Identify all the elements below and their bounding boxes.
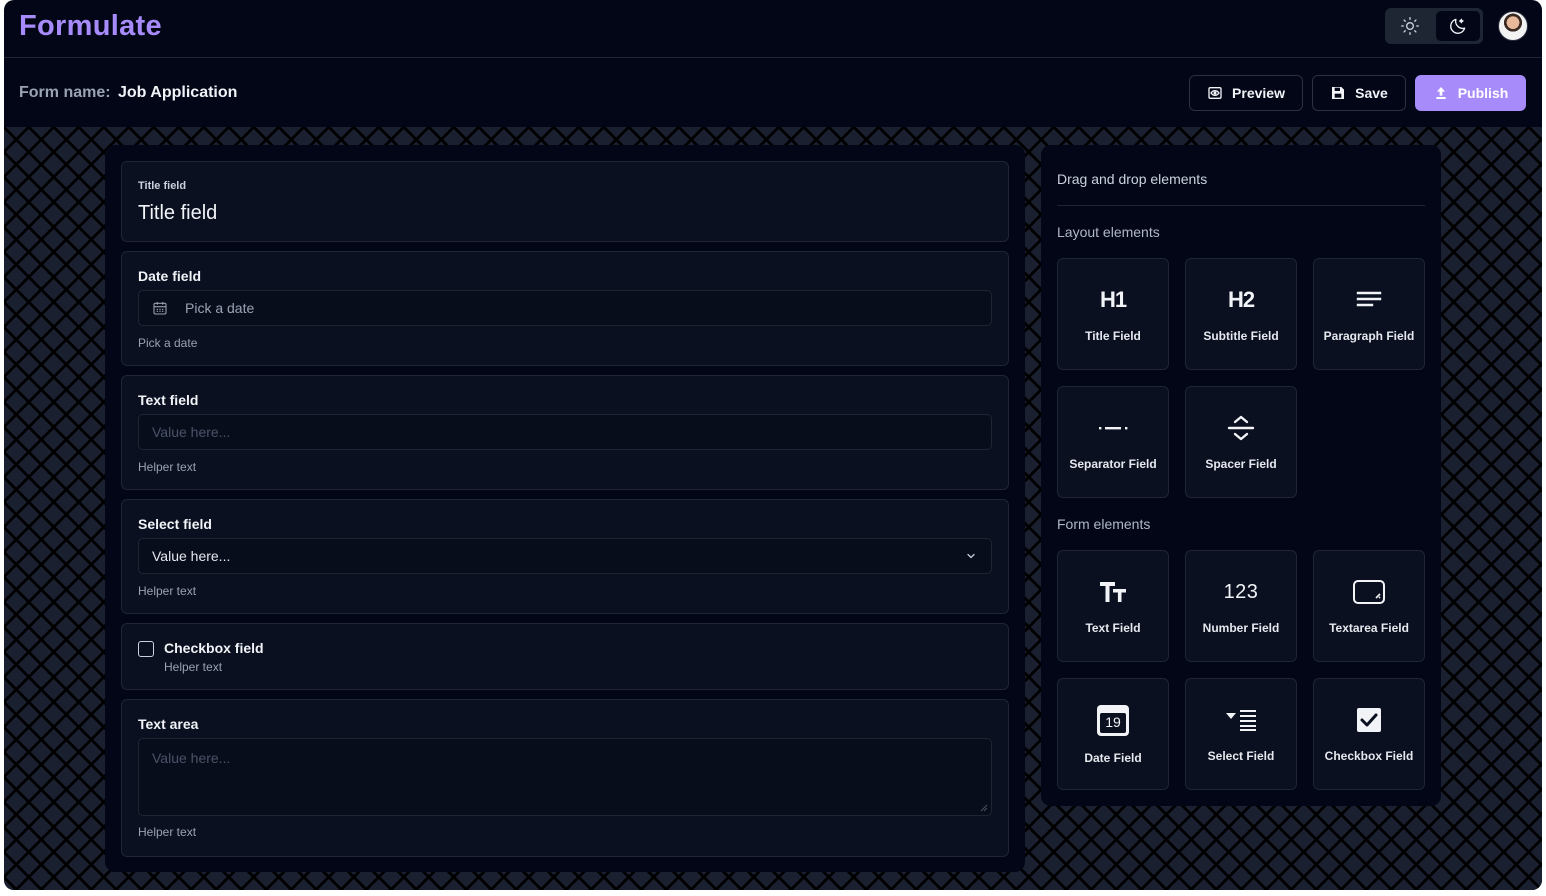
tile-label: Title Field — [1085, 329, 1141, 343]
title-field-value: Title field — [138, 202, 218, 224]
top-bar: Formulate — [4, 0, 1542, 58]
resize-handle-icon[interactable] — [980, 804, 988, 812]
text-field-input[interactable]: Value here... — [138, 414, 992, 450]
layout-elements-title: Layout elements — [1057, 224, 1160, 240]
select-field-value: Value here... — [152, 548, 231, 564]
elements-sidebar: Drag and drop elements Layout elements H… — [1041, 145, 1441, 806]
tile-label: Text Field — [1085, 621, 1141, 635]
form-name-value: Job Application — [118, 84, 238, 101]
text-icon — [1100, 582, 1126, 602]
number-icon: 123 — [1224, 577, 1259, 607]
text-field-element[interactable]: Text Field — [1057, 550, 1169, 662]
upload-icon — [1436, 87, 1446, 99]
select-list-icon — [1226, 710, 1256, 731]
save-button[interactable]: Save — [1312, 75, 1406, 111]
text-field-card[interactable]: Text field Value here... Helper text — [121, 375, 1009, 490]
form-header-bar: Form name: Job Application Preview Save — [4, 59, 1542, 127]
text-area-label: Text area — [138, 716, 199, 732]
spacer-icon — [1227, 415, 1255, 441]
checkbox-input[interactable] — [138, 641, 154, 657]
title-field-element[interactable]: H1 Title Field — [1057, 258, 1169, 370]
tile-label: Checkbox Field — [1324, 749, 1414, 763]
publish-label: Publish — [1457, 85, 1509, 101]
title-field-label: Title field — [138, 180, 187, 192]
text-area-card[interactable]: Text area Value here... Helper text — [121, 699, 1009, 857]
preview-button[interactable]: Preview — [1189, 75, 1303, 111]
separator-field-element[interactable]: Separator Field — [1057, 386, 1169, 498]
text-field-helper: Helper text — [138, 460, 197, 474]
calendar-glyph: 19 — [1105, 714, 1121, 730]
date-field-element[interactable]: 19 Date Field — [1057, 678, 1169, 790]
save-label: Save — [1355, 85, 1388, 101]
chevron-down-icon — [967, 553, 975, 559]
sun-icon — [1401, 17, 1420, 35]
tile-label: Select Field — [1207, 749, 1275, 763]
text-area-placeholder: Value here... — [152, 750, 231, 766]
app-window: Formulate Form name: Job Application Pre… — [4, 0, 1542, 890]
date-placeholder: Pick a date — [185, 300, 255, 316]
app-logo[interactable]: Formulate — [19, 10, 162, 43]
publish-button[interactable]: Publish — [1415, 75, 1526, 111]
paragraph-icon — [1356, 291, 1382, 307]
separator-icon — [1099, 427, 1128, 430]
checkbox-field-label: Checkbox field — [164, 640, 264, 656]
checkbox-field-element[interactable]: Checkbox Field — [1313, 678, 1425, 790]
preview-icon — [1208, 87, 1222, 99]
select-field-dropdown[interactable]: Value here... — [138, 538, 992, 574]
number-field-element[interactable]: 123 Number Field — [1185, 550, 1297, 662]
text-field-placeholder: Value here... — [152, 424, 231, 440]
date-field-label: Date field — [138, 268, 202, 284]
form-elements-title: Form elements — [1057, 516, 1151, 532]
heading-2-icon: H2 — [1227, 285, 1255, 315]
heading-1-glyph: H1 — [1099, 287, 1127, 312]
text-field-label: Text field — [138, 392, 199, 408]
checkbox-field-helper: Helper text — [164, 660, 223, 674]
moon-icon — [1449, 18, 1466, 34]
date-field-card[interactable]: Date field Pick a date Pick a date — [121, 251, 1009, 366]
tile-label: Number Field — [1202, 621, 1280, 635]
text-area-helper: Helper text — [138, 825, 197, 839]
checkbox-field-card[interactable]: Checkbox field Helper text — [121, 623, 1009, 690]
date-field-helper: Pick a date — [138, 336, 198, 350]
calendar-icon: 19 — [1096, 703, 1130, 737]
title-field-card[interactable]: Title field Title field — [121, 161, 1009, 242]
select-field-label: Select field — [138, 516, 212, 532]
preview-label: Preview — [1232, 85, 1285, 101]
select-field-element[interactable]: Select Field — [1185, 678, 1297, 790]
heading-1-icon: H1 — [1099, 285, 1127, 315]
select-field-helper: Helper text — [138, 584, 197, 598]
tile-label: Date Field — [1084, 751, 1142, 765]
sidebar-title: Drag and drop elements — [1057, 171, 1208, 187]
heading-2-glyph: H2 — [1227, 287, 1255, 312]
form-name-label: Form name: — [19, 84, 111, 101]
subtitle-field-element[interactable]: H2 Subtitle Field — [1185, 258, 1297, 370]
calendar-icon — [153, 302, 167, 315]
divider — [1057, 205, 1425, 206]
theme-toggle — [1385, 8, 1483, 44]
select-field-card[interactable]: Select field Value here... Helper text — [121, 499, 1009, 614]
tile-label: Paragraph Field — [1323, 329, 1415, 343]
textarea-icon — [1353, 580, 1385, 604]
light-mode-button[interactable] — [1388, 11, 1433, 41]
date-picker-button[interactable]: Pick a date — [138, 290, 992, 326]
tile-label: Textarea Field — [1329, 621, 1409, 635]
tile-label: Subtitle Field — [1203, 329, 1279, 343]
tile-label: Spacer Field — [1205, 457, 1277, 471]
textarea-field-element[interactable]: Textarea Field — [1313, 550, 1425, 662]
save-icon — [1332, 87, 1345, 99]
spacer-field-element[interactable]: Spacer Field — [1185, 386, 1297, 498]
form-designer-area[interactable]: Title field Title field Date field Pick … — [105, 145, 1025, 872]
checkbox-icon — [1357, 708, 1381, 732]
tile-label: Separator Field — [1069, 457, 1157, 471]
dark-mode-button[interactable] — [1435, 11, 1480, 41]
text-area-input[interactable]: Value here... — [138, 738, 992, 816]
paragraph-field-element[interactable]: Paragraph Field — [1313, 258, 1425, 370]
avatar[interactable] — [1498, 11, 1528, 41]
number-glyph: 123 — [1223, 580, 1259, 603]
